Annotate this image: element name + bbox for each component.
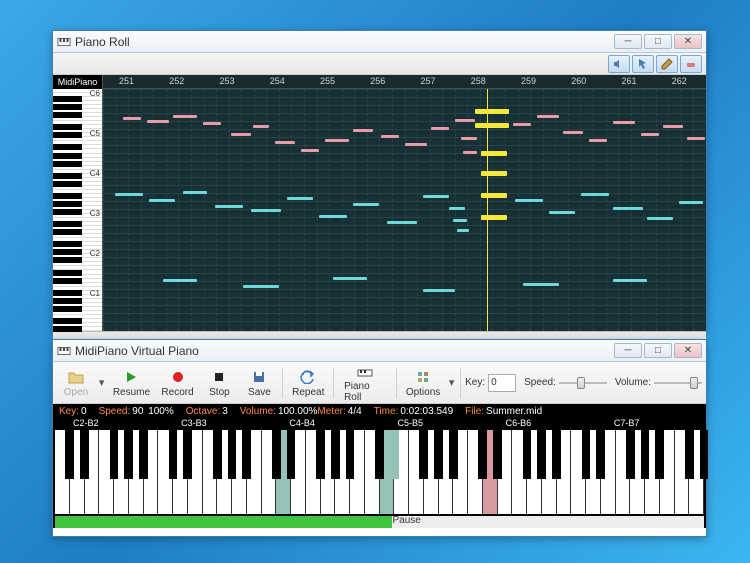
speed-slider[interactable] <box>559 375 607 391</box>
black-key[interactable] <box>434 430 443 479</box>
repeat-icon <box>299 368 317 386</box>
black-key[interactable] <box>700 430 709 479</box>
grid-ruler[interactable]: 251252253254255256257258259260261262 <box>103 75 706 89</box>
black-key[interactable] <box>419 430 428 479</box>
pianoroll-button[interactable]: Piano Roll <box>338 360 392 405</box>
black-key[interactable] <box>390 430 399 479</box>
repeat-button[interactable]: Repeat <box>287 366 329 400</box>
black-key[interactable] <box>478 430 487 479</box>
progress-fill <box>55 516 392 528</box>
piano-roll-titlebar[interactable]: Piano Roll ─ □ ✕ <box>53 31 706 53</box>
black-key[interactable] <box>183 430 192 479</box>
play-icon <box>122 368 140 386</box>
separator <box>460 368 461 398</box>
note-grid[interactable]: 251252253254255256257258259260261262 <box>103 75 706 331</box>
open-button[interactable]: Open <box>57 366 95 400</box>
maximize-button[interactable]: □ <box>644 343 672 358</box>
maximize-button[interactable]: □ <box>644 34 672 49</box>
close-button[interactable]: ✕ <box>674 343 702 358</box>
tool-pencil-icon[interactable] <box>656 55 678 73</box>
black-key[interactable] <box>375 430 384 479</box>
midipiano-titlebar[interactable]: MidiPiano Virtual Piano ─ □ ✕ <box>53 340 706 362</box>
tool-eraser-icon[interactable] <box>680 55 702 73</box>
black-key[interactable] <box>655 430 664 479</box>
app-icon <box>57 344 71 358</box>
roll-body: MidiPiano C1C2C3C4C5C6 25125225325425525… <box>53 75 706 331</box>
black-key[interactable] <box>552 430 561 479</box>
black-key[interactable] <box>596 430 605 479</box>
tool-pointer-icon[interactable] <box>632 55 654 73</box>
tool-speaker-icon[interactable] <box>608 55 630 73</box>
key-column: MidiPiano C1C2C3C4C5C6 <box>53 75 103 331</box>
record-icon <box>169 368 187 386</box>
separator <box>333 368 334 398</box>
options-dropdown[interactable]: ▾ <box>447 375 456 391</box>
status-strip: Key:0 Speed:90 100% Octave:3 Volume:100.… <box>53 404 706 418</box>
black-key[interactable] <box>582 430 591 479</box>
black-key[interactable] <box>523 430 532 479</box>
black-key[interactable] <box>228 430 237 479</box>
separator <box>282 368 283 398</box>
midipiano-title: MidiPiano Virtual Piano <box>75 344 614 358</box>
black-key[interactable] <box>537 430 546 479</box>
volume-label: Volume: <box>615 377 651 388</box>
grid-notes[interactable] <box>103 89 706 331</box>
keyboard-area: C2-B2C3-B3C4-B4C5-B5C6-B6C7-B7 Pause <box>53 418 706 528</box>
close-button[interactable]: ✕ <box>674 34 702 49</box>
black-key[interactable] <box>110 430 119 479</box>
black-key[interactable] <box>272 430 281 479</box>
key-column-header: MidiPiano <box>53 75 102 89</box>
black-key[interactable] <box>213 430 222 479</box>
black-key[interactable] <box>169 430 178 479</box>
midipiano-window: MidiPiano Virtual Piano ─ □ ✕ Open ▾ Res… <box>52 339 707 537</box>
minimize-button[interactable]: ─ <box>614 34 642 49</box>
piano-key-strip[interactable]: C1C2C3C4C5C6 <box>53 89 102 331</box>
open-icon <box>67 368 85 386</box>
black-key[interactable] <box>124 430 133 479</box>
stop-button[interactable]: Stop <box>200 366 238 400</box>
options-icon <box>414 368 432 386</box>
black-key[interactable] <box>242 430 251 479</box>
pianoroll-icon <box>356 362 374 380</box>
volume-slider[interactable] <box>654 375 702 391</box>
save-button[interactable]: Save <box>240 366 278 400</box>
progress-label: Pause <box>392 515 420 526</box>
speed-label: Speed: <box>524 377 556 388</box>
minimize-button[interactable]: ─ <box>614 343 642 358</box>
black-key[interactable] <box>331 430 340 479</box>
stop-icon <box>210 368 228 386</box>
black-key[interactable] <box>641 430 650 479</box>
black-key[interactable] <box>287 430 296 479</box>
separator <box>396 368 397 398</box>
octave-labels: C2-B2C3-B3C4-B4C5-B5C6-B6C7-B7 <box>53 418 706 430</box>
progress-bar[interactable]: Pause <box>55 516 704 528</box>
black-key[interactable] <box>346 430 355 479</box>
open-dropdown[interactable]: ▾ <box>97 375 106 391</box>
black-key[interactable] <box>626 430 635 479</box>
main-toolbar: Open ▾ Resume Record Stop Save Repeat Pi… <box>53 362 706 404</box>
black-key[interactable] <box>685 430 694 479</box>
key-spinner[interactable]: 0 <box>488 374 516 392</box>
black-key[interactable] <box>493 430 502 479</box>
options-button[interactable]: Options <box>401 366 445 400</box>
key-label: Key: <box>465 377 485 388</box>
black-key[interactable] <box>449 430 458 479</box>
black-key[interactable] <box>139 430 148 479</box>
piano-roll-window: Piano Roll ─ □ ✕ MidiPiano C1C2C3C4C5C6 … <box>52 30 707 332</box>
black-key[interactable] <box>65 430 74 479</box>
black-key[interactable] <box>316 430 325 479</box>
black-key[interactable] <box>80 430 89 479</box>
roll-toolbar <box>53 53 706 75</box>
piano-roll-title: Piano Roll <box>75 35 614 49</box>
save-icon <box>250 368 268 386</box>
record-button[interactable]: Record <box>157 366 199 400</box>
virtual-keyboard[interactable] <box>55 430 704 514</box>
app-icon <box>57 35 71 49</box>
resume-button[interactable]: Resume <box>108 366 154 400</box>
